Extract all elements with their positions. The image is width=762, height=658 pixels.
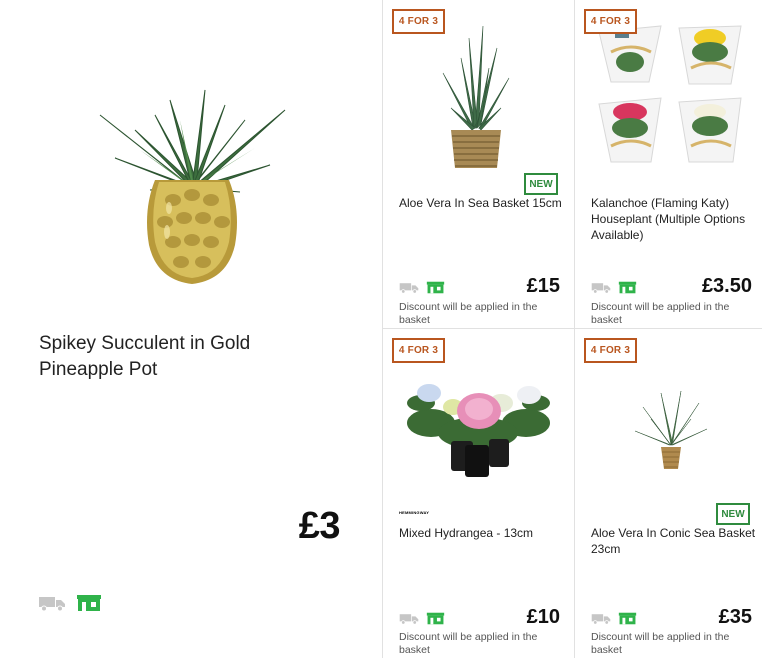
product-price: £35	[718, 606, 752, 628]
delivery-truck-icon	[399, 614, 419, 625]
brand-mark: HEMMINGWAY	[399, 510, 430, 515]
product-card[interactable]: 4 FOR 3 NEW Aloe Vera In Conic Sea Baske…	[575, 329, 762, 657]
offer-badge: 4 FOR 3	[392, 338, 445, 363]
product-card[interactable]: 4 FOR 3 HEMMINGWAY Mixed Hydrangea - 13c…	[383, 329, 574, 657]
discount-note: Discount will be applied in the basket	[399, 631, 538, 656]
product-card[interactable]: 4 FOR 3 Kalanchoe (Flaming Katy) Housepl…	[575, 0, 762, 328]
delivery-truck-icon	[399, 283, 419, 294]
new-badge: NEW	[524, 173, 558, 195]
featured-product-card[interactable]: Spikey Succulent in Gold Pineapple Pot £…	[0, 0, 382, 658]
product-title[interactable]: Aloe Vera In Conic Sea Basket 23cm	[591, 525, 761, 557]
product-price: £3.50	[701, 275, 752, 297]
offer-badge: 4 FOR 3	[584, 338, 637, 363]
product-card[interactable]: 4 FOR 3 NEW Aloe Vera In Sea Basket 15cm	[383, 0, 574, 328]
store-pickup-icon	[618, 281, 637, 294]
discount-note: Discount will be applied in the basket	[591, 301, 730, 326]
fulfilment-icons	[399, 612, 445, 625]
product-title[interactable]: Mixed Hydrangea - 13cm	[399, 525, 569, 541]
product-image[interactable]	[633, 389, 709, 471]
store-pickup-icon	[77, 595, 101, 611]
product-image[interactable]	[591, 12, 756, 172]
fulfilment-icons	[591, 281, 637, 294]
product-title[interactable]: Kalanchoe (Flaming Katy) Houseplant (Mul…	[591, 195, 761, 243]
product-image[interactable]	[431, 18, 521, 173]
offer-badge: 4 FOR 3	[584, 9, 637, 34]
fulfilment-icons	[38, 594, 102, 612]
store-pickup-icon	[618, 612, 637, 625]
product-image[interactable]	[95, 80, 290, 285]
fulfilment-icons	[399, 281, 445, 294]
delivery-truck-icon	[39, 597, 65, 612]
discount-note: Discount will be applied in the basket	[591, 631, 730, 656]
product-title[interactable]: Spikey Succulent in Gold Pineapple Pot	[39, 331, 299, 383]
store-pickup-icon	[426, 612, 445, 625]
new-badge: NEW	[716, 503, 750, 525]
product-title[interactable]: Aloe Vera In Sea Basket 15cm	[399, 195, 569, 211]
delivery-truck-icon	[591, 614, 611, 625]
fulfilment-icons	[591, 612, 637, 625]
product-image[interactable]	[401, 373, 556, 478]
discount-note: Discount will be applied in the basket	[399, 301, 538, 326]
product-price: £15	[526, 275, 560, 297]
product-price: £10	[526, 606, 560, 628]
store-pickup-icon	[426, 281, 445, 294]
product-price: £3	[298, 505, 341, 547]
delivery-truck-icon	[591, 283, 611, 294]
